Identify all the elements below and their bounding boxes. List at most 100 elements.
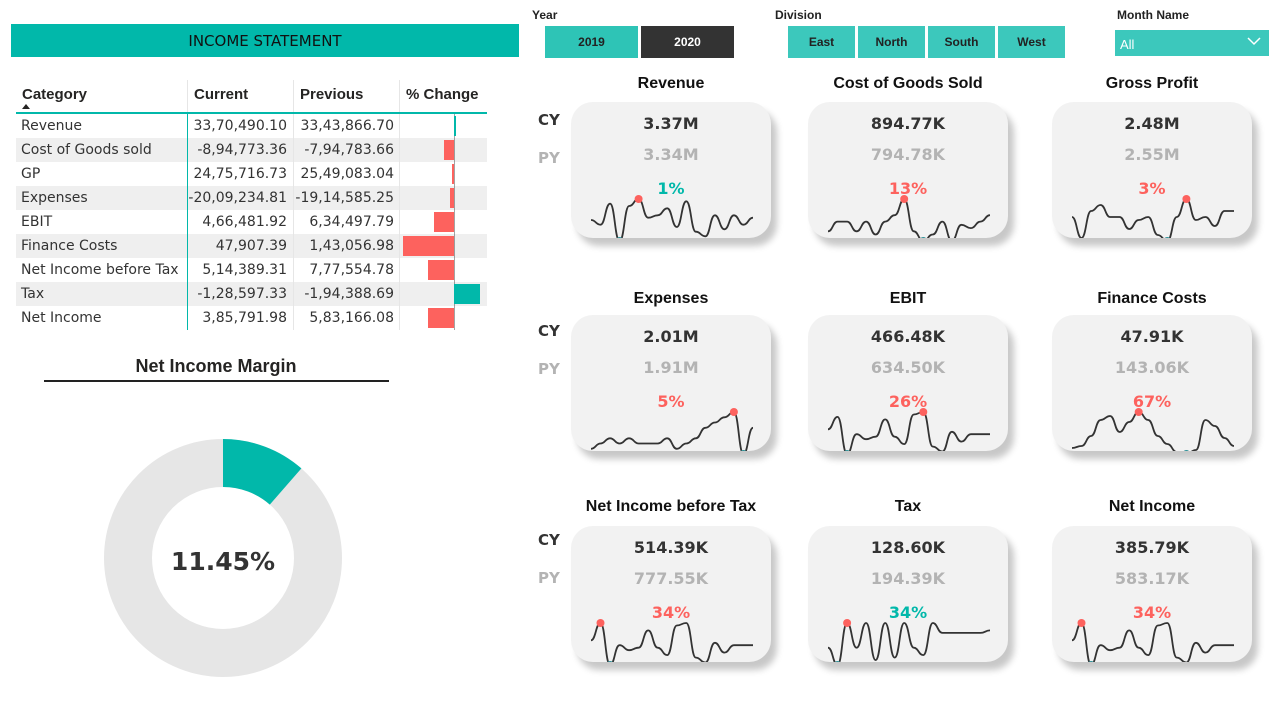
table-row[interactable]: Cost of Goods sold -8,94,773.36 -7,94,783.… <box>16 138 487 162</box>
table-row[interactable]: Net Income before Tax 5,14,389.31 7,77,554… <box>16 258 487 282</box>
net-income-margin-donut[interactable]: 11.45% <box>102 437 344 679</box>
change-bar[interactable] <box>451 164 454 184</box>
sparkline[interactable] <box>1052 526 1252 662</box>
sparkline[interactable] <box>1052 315 1252 451</box>
change-bar-cell <box>399 186 487 210</box>
change-axis-line <box>454 234 455 258</box>
year-slicer-label: Year <box>532 8 558 22</box>
sparkline[interactable] <box>808 315 1008 451</box>
sparkline-path <box>827 198 991 238</box>
cy-label-row3: CY <box>538 531 560 549</box>
sparkline[interactable] <box>571 315 771 451</box>
sparkline-low-marker[interactable] <box>900 195 909 203</box>
kpi-card-net-income-before-tax[interactable]: 514.39K 777.55K 34% <box>571 526 771 662</box>
change-bar-cell <box>399 114 487 138</box>
change-bar[interactable] <box>450 188 454 208</box>
sort-ascending-icon[interactable] <box>22 104 30 109</box>
table-row[interactable]: Tax -1,28,597.33 -1,94,388.69 <box>16 282 487 306</box>
table-row[interactable]: EBIT 4,66,481.92 6,34,497.79 <box>16 210 487 234</box>
sparkline-low-marker[interactable] <box>843 619 852 627</box>
column-header-category[interactable]: Category <box>16 80 187 112</box>
sparkline-low-marker[interactable] <box>1077 619 1086 627</box>
change-bar[interactable] <box>454 116 456 136</box>
sparkline[interactable] <box>808 102 1008 238</box>
current-cell: -1,28,597.33 <box>187 282 293 306</box>
division-button-east[interactable]: East <box>788 26 855 58</box>
kpi-title-net-income-before-tax: Net Income before Tax <box>585 498 757 515</box>
sparkline[interactable] <box>1052 102 1252 238</box>
change-bar[interactable] <box>434 212 454 232</box>
kpi-card-gross-profit[interactable]: 2.48M 2.55M 3% <box>1052 102 1252 238</box>
column-header-change[interactable]: % Change <box>399 80 487 112</box>
table-row[interactable]: Net Income 3,85,791.98 5,83,166.08 <box>16 306 487 330</box>
division-button-south[interactable]: South <box>928 26 995 58</box>
cy-label-row1: CY <box>538 111 560 129</box>
title-underline <box>44 380 389 382</box>
change-bar-cell <box>399 138 487 162</box>
current-cell: -20,09,234.81 <box>187 186 293 210</box>
sparkline-path <box>827 622 991 662</box>
sparkline-high-marker[interactable] <box>919 237 927 238</box>
sparkline-low-marker[interactable] <box>1182 195 1191 203</box>
change-bar[interactable] <box>428 308 454 328</box>
sparkline-low-marker[interactable] <box>919 408 928 416</box>
kpi-card-revenue[interactable]: 3.37M 3.34M 1% <box>571 102 771 238</box>
previous-cell: 5,83,166.08 <box>293 306 399 330</box>
sparkline[interactable] <box>808 526 1008 662</box>
change-bar-cell <box>399 210 487 234</box>
sparkline-low-marker[interactable] <box>634 195 643 203</box>
column-header-previous[interactable]: Previous <box>293 80 399 112</box>
kpi-title-ebit: EBIT <box>889 290 927 307</box>
table-row[interactable]: Revenue 33,70,490.10 33,43,866.70 <box>16 114 487 138</box>
current-cell: 33,70,490.10 <box>187 114 293 138</box>
division-button-north[interactable]: North <box>858 26 925 58</box>
kpi-title-gross-profit: Gross Profit <box>1105 75 1199 92</box>
kpi-card-net-income[interactable]: 385.79K 583.17K 34% <box>1052 526 1252 662</box>
category-cell: Tax <box>21 286 45 302</box>
current-cell: 47,907.39 <box>187 234 293 258</box>
current-cell: 24,75,716.73 <box>187 162 293 186</box>
sparkline-low-marker[interactable] <box>729 408 738 416</box>
sparkline[interactable] <box>571 102 771 238</box>
kpi-card-ebit[interactable]: 466.48K 634.50K 26% <box>808 315 1008 451</box>
year-button-2020[interactable]: 2020 <box>641 26 734 58</box>
sparkline-low-marker[interactable] <box>596 619 605 627</box>
previous-cell: 6,34,497.79 <box>293 210 399 234</box>
table-header-row: Category Current Previous % Change <box>16 80 487 114</box>
income-statement-title: INCOME STATEMENT <box>11 24 519 57</box>
previous-cell: -1,94,388.69 <box>293 282 399 306</box>
kpi-card-cost-of-goods-sold[interactable]: 894.77K 794.78K 13% <box>808 102 1008 238</box>
donut-value-arc[interactable] <box>222 438 302 506</box>
change-bar-cell <box>399 258 487 282</box>
change-axis-line <box>454 138 455 162</box>
change-bar-cell <box>399 306 487 330</box>
change-bar[interactable] <box>428 260 454 280</box>
category-cell: Revenue <box>21 118 82 134</box>
sparkline-low-marker[interactable] <box>1134 408 1143 416</box>
change-bar[interactable] <box>454 284 480 304</box>
sparkline-path <box>1071 198 1234 238</box>
sparkline-path <box>590 198 754 238</box>
table-row[interactable]: GP 24,75,716.73 25,49,083.04 <box>16 162 487 186</box>
change-bar[interactable] <box>403 236 454 256</box>
month-dropdown[interactable]: All <box>1115 30 1269 56</box>
table-row[interactable]: Finance Costs 47,907.39 1,43,056.98 <box>16 234 487 258</box>
kpi-card-expenses[interactable]: 2.01M 1.91M 5% <box>571 315 771 451</box>
sparkline[interactable] <box>571 526 771 662</box>
change-bar[interactable] <box>444 140 454 160</box>
column-header-current[interactable]: Current <box>187 80 293 112</box>
kpi-card-finance-costs[interactable]: 47.91K 143.06K 67% <box>1052 315 1252 451</box>
sparkline-high-marker[interactable] <box>1182 450 1190 451</box>
division-button-west[interactable]: West <box>998 26 1065 58</box>
table-row[interactable]: Expenses -20,09,234.81 -19,14,585.25 <box>16 186 487 210</box>
sparkline-path <box>590 622 753 662</box>
kpi-title-finance-costs: Finance Costs <box>1097 290 1207 307</box>
kpi-card-tax[interactable]: 128.60K 194.39K 34% <box>808 526 1008 662</box>
category-cell: Net Income <box>21 310 102 326</box>
py-label-row3: PY <box>538 569 560 587</box>
change-axis-line <box>454 306 455 330</box>
month-dropdown-value: All <box>1120 37 1135 52</box>
kpi-title-cost-of-goods-sold: Cost of Goods Sold <box>833 75 983 92</box>
net-income-margin-title: Net Income Margin <box>135 356 297 376</box>
year-button-2019[interactable]: 2019 <box>545 26 638 58</box>
